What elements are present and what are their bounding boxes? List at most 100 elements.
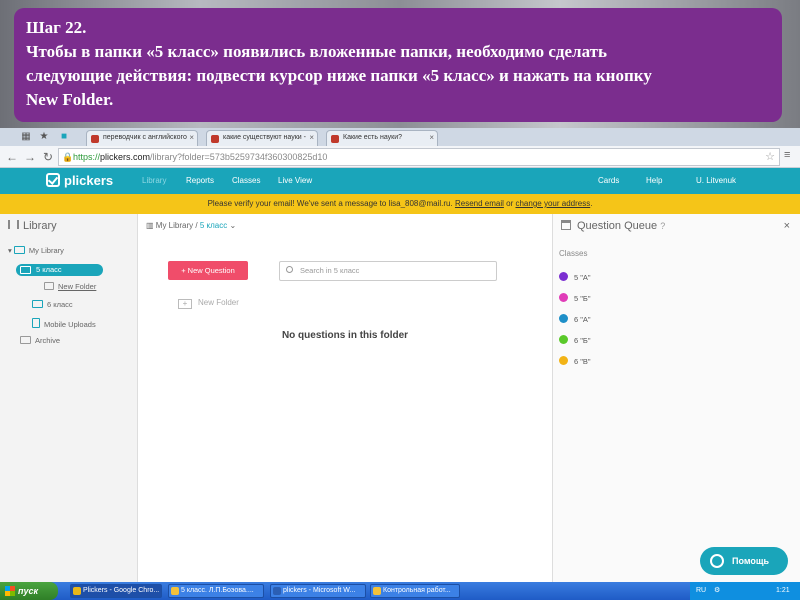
class-item[interactable]: 6 "А" [559,314,591,324]
library-title: Library [23,220,57,232]
resend-email-link[interactable]: Resend email [455,199,504,208]
task-label: Контрольная работ... [383,587,451,594]
class-item[interactable]: 6 "Б" [559,335,591,345]
tree-folder-5-klass[interactable]: 5 класс [16,264,103,276]
add-folder-icon: + [178,299,192,309]
class-name: 6 "Б" [574,336,591,345]
library-sidebar: Library ▾ My Library 5 класс New Folder … [0,214,138,582]
caption-text-1: Чтобы в папки «5 класс» появились вложен… [26,42,607,61]
lock-icon: 🔒 [62,152,74,162]
tree-label: 6 класс [47,300,73,309]
folder-icon [20,266,31,274]
classes-label: Classes [559,249,588,258]
app-navbar: plickers Library Reports Classes Live Vi… [0,168,800,194]
nav-user[interactable]: U. Litvenuk [696,176,736,185]
address-bar: ← → ↻ 🔒 https://plickers.com/library?fol… [0,146,800,168]
mobile-upload-icon [32,318,40,328]
class-color-dot [559,356,568,365]
tree-label: Mobile Uploads [44,320,96,329]
taskbar-item[interactable]: Plickers - Google Chro... [70,584,162,598]
new-question-button[interactable]: + New Question [168,261,248,280]
banner-or: or [506,199,514,208]
instruction-caption: Шаг 22. Чтобы в папки «5 класс» появилис… [14,8,782,122]
breadcrumb-current[interactable]: 5 класс [200,221,227,230]
folder-icon [13,246,25,254]
search-placeholder: Search in 5 класс [300,266,360,275]
class-name: 5 "Б" [574,294,591,303]
folder-content: ▥ My Library / 5 класс ⌄ + New Question … [138,214,552,582]
plickers-logo[interactable]: plickers [46,173,113,188]
help-button[interactable]: Помощь [700,547,788,575]
start-label: пуск [18,586,39,596]
new-folder-link[interactable]: New Folder [58,282,96,291]
bookmark-icon[interactable]: ☆ [765,149,775,165]
tree-new-folder[interactable]: New Folder [44,282,96,291]
tab-favicon [211,135,219,143]
help-circle-icon[interactable]: ? [660,221,665,231]
start-button[interactable]: пуск [0,582,58,600]
back-arrow-icon[interactable]: ← [4,149,20,165]
empty-folder-message: No questions in this folder [281,330,409,341]
chrome-icon [73,587,81,595]
logo-text: plickers [64,173,114,188]
close-icon[interactable]: × [784,220,790,232]
tree-mobile-uploads[interactable]: Mobile Uploads [32,318,96,329]
change-address-link[interactable]: change your address [515,199,590,208]
tree-my-library[interactable]: ▾ My Library [8,246,64,255]
banner-text: Please verify your email! We've sent a m… [207,199,453,208]
reload-icon[interactable]: ↻ [40,149,56,165]
word-icon [273,587,281,595]
browser-tab[interactable]: Какие есть науки? × [326,130,438,146]
class-name: 5 "А" [574,273,591,282]
plickers-tab-icon[interactable]: ■ [58,131,70,143]
url-field[interactable]: 🔒 https://plickers.com/library?folder=57… [58,148,780,166]
library-icon [8,220,19,229]
queue-title: Question Queue [577,220,658,232]
tray-icon[interactable]: ⚙ [714,582,720,600]
breadcrumb-root[interactable]: My Library [156,221,193,230]
class-item[interactable]: 6 "В" [559,356,591,366]
folder-icon [373,587,381,595]
new-folder-label: New Folder [198,298,239,307]
nav-classes[interactable]: Classes [232,176,260,185]
tree-archive[interactable]: Archive [20,336,60,345]
tree-folder-6-klass[interactable]: 6 класс [32,300,73,309]
breadcrumb: ▥ My Library / 5 класс ⌄ [146,221,236,230]
clock[interactable]: 1:21 [776,582,790,600]
chevron-down-icon[interactable]: ⌄ [229,221,236,230]
browser-tab[interactable]: какие существуют науки - × [206,130,318,146]
close-tab-icon[interactable]: × [189,133,194,142]
browser-tab[interactable]: переводчик с английского × [86,130,198,146]
class-color-dot [559,314,568,323]
apps-icon[interactable]: ▦ [20,131,32,143]
nav-cards[interactable]: Cards [598,176,619,185]
taskbar-item[interactable]: 5 класс. Л.П.Боэова.... [168,584,264,598]
system-tray: RU ⚙ 1:21 [690,582,800,600]
class-item[interactable]: 5 "А" [559,272,591,282]
class-item[interactable]: 5 "Б" [559,293,591,303]
tab-favicon [331,135,339,143]
task-label: plickers - Microsoft W... [283,587,356,594]
add-folder-icon [44,282,54,290]
close-tab-icon[interactable]: × [309,133,314,142]
bookmark-star-icon[interactable]: ★ [38,131,50,143]
tab-label: Какие есть науки? [343,134,403,141]
taskbar-item[interactable]: plickers - Microsoft W... [270,584,366,598]
forward-arrow-icon[interactable]: → [22,149,38,165]
taskbar-item[interactable]: Контрольная работ... [370,584,460,598]
close-tab-icon[interactable]: × [429,133,434,142]
verify-email-banner: Please verify your email! We've sent a m… [0,194,800,214]
language-indicator[interactable]: RU [696,582,706,600]
tab-label: переводчик с английского [103,134,187,141]
search-input[interactable]: Search in 5 класс [279,261,497,281]
nav-reports[interactable]: Reports [186,176,214,185]
windows-taskbar: пуск Plickers - Google Chro... 5 класс. … [0,582,800,600]
folder-icon [32,300,43,308]
nav-library[interactable]: Library [142,176,166,185]
caption-text-3: New Folder. [26,90,114,109]
menu-icon[interactable]: ≡ [784,149,796,165]
nav-live-view[interactable]: Live View [278,176,312,185]
new-folder-button[interactable]: + New Folder [178,298,239,309]
search-icon [286,266,293,273]
nav-help[interactable]: Help [646,176,662,185]
